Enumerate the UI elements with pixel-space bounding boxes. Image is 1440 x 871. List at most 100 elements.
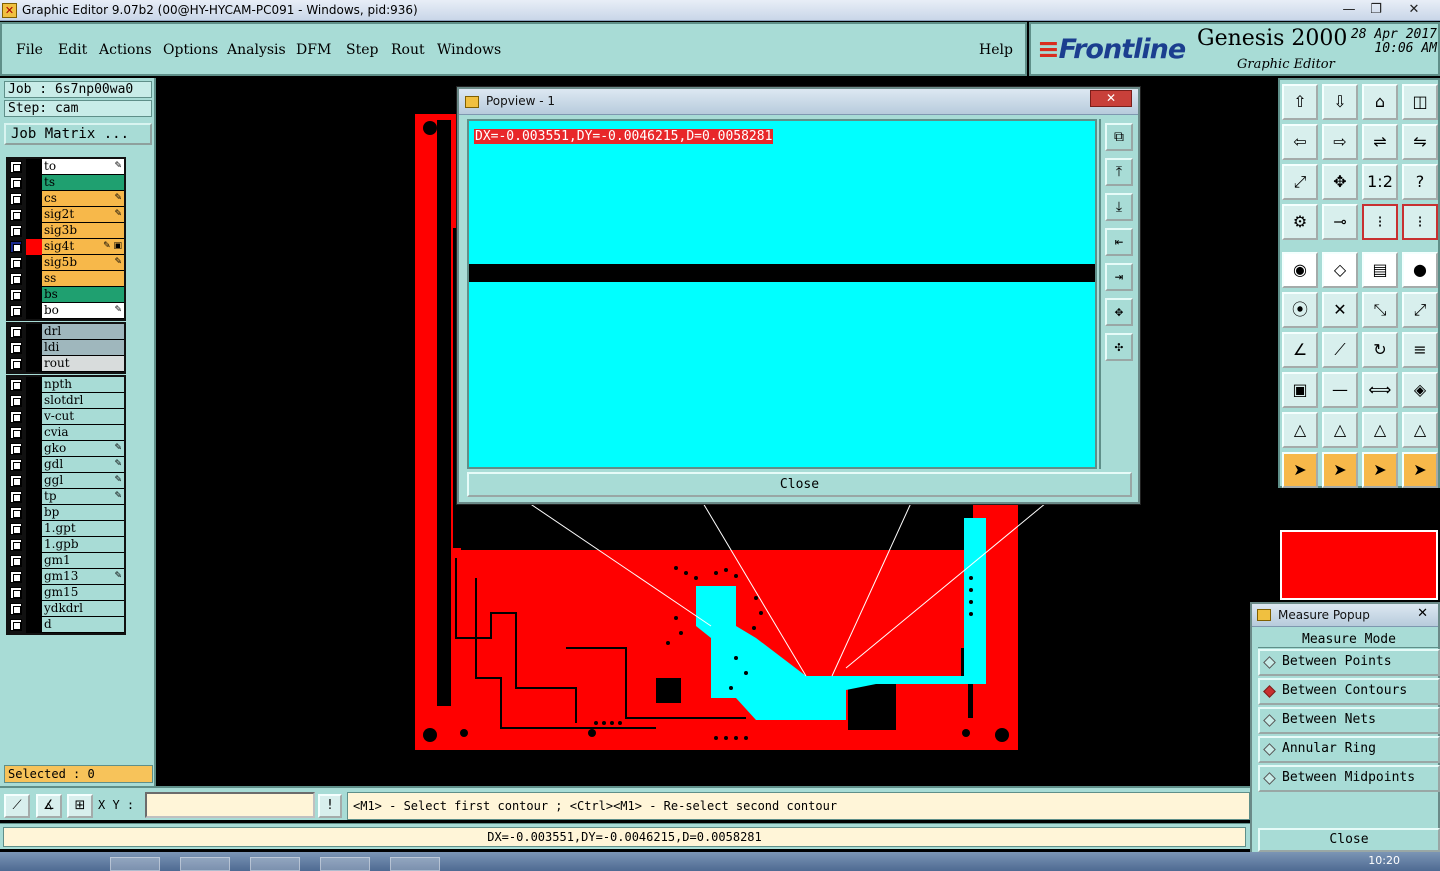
menu-file[interactable]: File [16, 42, 43, 58]
layer-checkbox[interactable] [10, 395, 22, 407]
tool-button-icon[interactable]: ➤ [1282, 452, 1318, 488]
tool-button-icon[interactable]: ⊸ [1322, 204, 1358, 240]
layer-checkbox[interactable] [10, 358, 22, 370]
layer-row-sig2t[interactable]: sig2t ✎ [8, 207, 124, 223]
tool-button-icon[interactable]: 1:2 [1362, 164, 1398, 200]
layer-row-sig5b[interactable]: sig5b ✎ [8, 255, 124, 271]
tool-button-icon[interactable]: ● [1402, 252, 1438, 288]
tool-button-icon[interactable]: ↻ [1362, 332, 1398, 368]
layer-row-drl[interactable]: drl [8, 324, 124, 340]
job-matrix-button[interactable]: Job Matrix ... [4, 123, 152, 145]
tool-button-icon[interactable]: ⤢ [1282, 164, 1318, 200]
layer-checkbox[interactable] [10, 475, 22, 487]
menu-step[interactable]: Step [346, 42, 378, 58]
tool-button-icon[interactable]: ◉ [1282, 252, 1318, 288]
layer-row-gdl[interactable]: gdl ✎ [8, 457, 124, 473]
layer-row-sig4t[interactable]: sig4t ✎ ▣ [8, 239, 124, 255]
tool-button-icon[interactable]: ▤ [1362, 252, 1398, 288]
layer-checkbox[interactable] [10, 587, 22, 599]
menu-options[interactable]: Options [163, 42, 218, 58]
layer-checkbox[interactable] [10, 571, 22, 583]
tool-button-icon[interactable]: ⚙ [1282, 204, 1318, 240]
layer-row-1.gpt[interactable]: 1.gpt [8, 521, 124, 537]
tool-button-icon[interactable]: ◈ [1402, 372, 1438, 408]
menu-actions[interactable]: Actions [99, 42, 152, 58]
menu-analysis[interactable]: Analysis [227, 42, 286, 58]
layer-checkbox[interactable] [10, 326, 22, 338]
tool-button-icon[interactable]: ➤ [1362, 452, 1398, 488]
close-window-button[interactable]: ✕ [1398, 1, 1430, 19]
layer-checkbox[interactable] [10, 177, 22, 189]
taskbar-item[interactable] [320, 857, 370, 871]
taskbar-item[interactable] [390, 857, 440, 871]
layer-checkbox[interactable] [10, 619, 22, 631]
layer-row-slotdrl[interactable]: slotdrl [8, 393, 124, 409]
layer-checkbox[interactable] [10, 241, 22, 253]
layer-checkbox[interactable] [10, 305, 22, 317]
layer-checkbox[interactable] [10, 459, 22, 471]
popview-tool-icon[interactable]: ✣ [1105, 333, 1133, 361]
tool-button-icon[interactable]: ⦿ [1282, 292, 1318, 328]
layer-checkbox[interactable] [10, 379, 22, 391]
tool-button-icon[interactable]: ✥ [1322, 164, 1358, 200]
tool-button-icon[interactable]: △ [1402, 412, 1438, 448]
layer-checkbox[interactable] [10, 209, 22, 221]
measure-close-x-button[interactable]: ✕ [1417, 606, 1428, 621]
menu-help[interactable]: Help [979, 42, 1013, 58]
menu-rout[interactable]: Rout [391, 42, 425, 58]
layer-checkbox[interactable] [10, 225, 22, 237]
layer-checkbox[interactable] [10, 193, 22, 205]
popview-window[interactable]: Popview - 1 ✕ DX=-0.003551,DY=-0.0046215… [457, 87, 1140, 504]
layer-row-npth[interactable]: npth [8, 377, 124, 393]
taskbar-item[interactable] [110, 857, 160, 871]
layer-row-gko[interactable]: gko ✎ [8, 441, 124, 457]
layer-row-gm15[interactable]: gm15 [8, 585, 124, 601]
layer-checkbox[interactable] [10, 342, 22, 354]
tool-button-icon[interactable]: ⤢ [1402, 292, 1438, 328]
layer-checkbox[interactable] [10, 555, 22, 567]
layer-checkbox[interactable] [10, 257, 22, 269]
tool-button-icon[interactable]: ⁝ [1402, 204, 1438, 240]
layer-row-1.gpb[interactable]: 1.gpb [8, 537, 124, 553]
tool-button-icon[interactable]: ➤ [1402, 452, 1438, 488]
tool-button-icon[interactable]: △ [1282, 412, 1318, 448]
popview-close-x-button[interactable]: ✕ [1090, 90, 1132, 107]
layer-row-bp[interactable]: bp [8, 505, 124, 521]
popview-tool-icon[interactable]: ⧉ [1105, 123, 1133, 151]
layer-row-ydkdrl[interactable]: ydkdrl [8, 601, 124, 617]
tool-button-icon[interactable]: ◫ [1402, 84, 1438, 120]
measure-option[interactable]: Annular Ring [1258, 736, 1440, 763]
tool-button-icon[interactable]: ⇦ [1282, 124, 1318, 160]
layer-row-bs[interactable]: bs [8, 287, 124, 303]
popview-tool-icon[interactable]: ⇥ [1105, 263, 1133, 291]
layer-row-bo[interactable]: bo ✎ [8, 303, 124, 319]
tool-button-icon[interactable]: ≡ [1402, 332, 1438, 368]
grid-icon[interactable]: ⊞ [67, 794, 93, 818]
minimize-button[interactable]: — [1335, 1, 1363, 19]
xy-input[interactable] [145, 792, 315, 818]
tool-button-icon[interactable]: ⟺ [1362, 372, 1398, 408]
layer-row-rout[interactable]: rout [8, 356, 124, 372]
popview-zoom-view[interactable]: DX=-0.003551,DY=-0.0046215,D=0.0058281 [467, 119, 1097, 469]
taskbar-item[interactable] [250, 857, 300, 871]
tool-button-icon[interactable]: △ [1362, 412, 1398, 448]
tool-button-icon[interactable]: ✕ [1322, 292, 1358, 328]
popview-title-bar[interactable]: Popview - 1 ✕ [459, 89, 1138, 115]
alert-button[interactable]: ! [318, 794, 342, 818]
menu-windows[interactable]: Windows [437, 42, 501, 58]
layer-row-gm13[interactable]: gm13 ✎ [8, 569, 124, 585]
menu-edit[interactable]: Edit [58, 42, 87, 58]
tool-button-icon[interactable]: ⇋ [1402, 124, 1438, 160]
measure-option[interactable]: Between Contours [1258, 678, 1440, 705]
snap-icon[interactable]: ⟋ [4, 794, 30, 818]
taskbar-item[interactable] [180, 857, 230, 871]
layer-checkbox[interactable] [10, 539, 22, 551]
tool-button-icon[interactable]: ∠ [1282, 332, 1318, 368]
tool-button-icon[interactable]: ◇ [1322, 252, 1358, 288]
layer-row-cvia[interactable]: cvia [8, 425, 124, 441]
popview-close-button[interactable]: Close [467, 472, 1132, 497]
tool-button-icon[interactable]: ➤ [1322, 452, 1358, 488]
layer-checkbox[interactable] [10, 427, 22, 439]
layer-row-cs[interactable]: cs ✎ [8, 191, 124, 207]
tool-button-icon[interactable]: ⁝ [1362, 204, 1398, 240]
